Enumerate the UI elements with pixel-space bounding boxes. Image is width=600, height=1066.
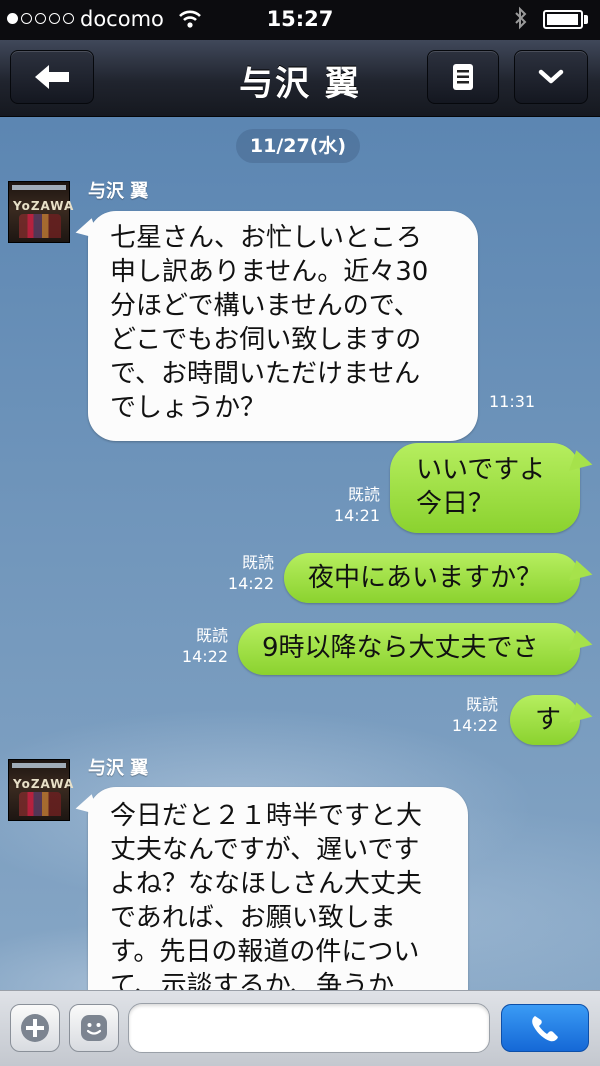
back-button[interactable]: [10, 50, 94, 104]
add-button[interactable]: [10, 1004, 60, 1052]
sender-name: 与沢 翼: [88, 181, 149, 202]
read-receipt: 既読: [241, 553, 274, 572]
chevron-down-icon: [538, 69, 564, 84]
message-time: 14:22: [227, 574, 274, 593]
bluetooth-icon: [514, 6, 528, 35]
message-meta: 既読 14:22: [214, 552, 274, 594]
message-bubble-outgoing[interactable]: す: [510, 695, 580, 745]
message-line: 今日だと２１時半ですと大: [110, 801, 423, 831]
message-line: で、お時間いただけません: [110, 359, 421, 389]
message-line: 今日？: [416, 489, 495, 519]
message-time: 14:21: [333, 506, 380, 525]
message-line: す: [535, 705, 562, 735]
menu-button[interactable]: [427, 50, 499, 104]
message-bubble-outgoing[interactable]: 夜中にあいますか？: [284, 553, 580, 603]
message-time: 14:22: [181, 647, 228, 666]
sender-name: 与沢 翼: [88, 758, 149, 779]
phone-icon: [532, 1016, 558, 1042]
back-arrow-icon: [35, 65, 69, 89]
message-line: 9時以降なら大丈夫でさ: [262, 633, 539, 663]
read-receipt: 既読: [195, 626, 228, 645]
message-line: て、示談するか、争うか: [110, 971, 395, 990]
message-line: どこでもお伺い致しますの: [110, 325, 422, 355]
avatar[interactable]: YoZAWA: [8, 759, 73, 821]
message-input-bar: [0, 990, 600, 1066]
plus-icon: [21, 1014, 49, 1042]
message-bubble-incoming[interactable]: 今日だと２１時半ですと大 丈夫なんですが、遅いです よね？ななほしさん大丈夫 で…: [88, 787, 468, 990]
menu-icon: [453, 64, 473, 90]
message-bubble-outgoing[interactable]: いいですよ 今日？: [390, 443, 580, 533]
message-line: 丈夫なんですが、遅いです: [110, 835, 420, 865]
status-bar: docomo 15:27: [0, 0, 600, 40]
message-line: いいですよ: [416, 455, 546, 485]
status-time: 15:27: [266, 7, 334, 31]
dropdown-button[interactable]: [514, 50, 588, 104]
message-line: 七星さん、お忙しいところ: [110, 223, 423, 253]
message-line: であれば、お願い致しま: [110, 903, 396, 933]
message-meta: 既読 14:21: [320, 484, 380, 526]
message-line: でしょうか？: [110, 393, 267, 423]
message-bubble-incoming[interactable]: 七星さん、お忙しいところ 申し訳ありません。近々30 分ほどで構いませんので、 …: [88, 211, 478, 441]
message-time: 11:31: [489, 392, 536, 411]
chat-area[interactable]: 11/27(水) YoZAWA 与沢 翼 七星さん、お忙しいところ 申し訳ありま…: [0, 117, 600, 990]
message-line: 分ほどで構いませんので、: [110, 291, 420, 321]
message-meta: 既読 14:22: [438, 694, 498, 736]
message-line: よね？ななほしさん大丈夫: [110, 869, 423, 899]
chat-header: 与沢 翼: [0, 40, 600, 117]
message-meta: 既読 14:22: [168, 625, 228, 667]
message-input[interactable]: [128, 1003, 490, 1053]
message-bubble-outgoing[interactable]: 9時以降なら大丈夫でさ: [238, 623, 580, 675]
battery-icon: [543, 10, 583, 29]
avatar[interactable]: YoZAWA: [8, 181, 73, 243]
emoji-button[interactable]: [69, 1004, 119, 1052]
message-line: す。先日の報道の件につい: [110, 937, 420, 967]
read-receipt: 既読: [465, 695, 498, 714]
message-line: 夜中にあいますか？: [308, 563, 543, 593]
call-button[interactable]: [501, 1004, 589, 1052]
emoji-icon: [81, 1015, 107, 1041]
message-line: 申し訳ありません。近々30: [110, 257, 429, 287]
read-receipt: 既読: [347, 485, 380, 504]
message-time: 14:22: [451, 716, 498, 735]
date-separator: 11/27(水): [236, 129, 360, 163]
